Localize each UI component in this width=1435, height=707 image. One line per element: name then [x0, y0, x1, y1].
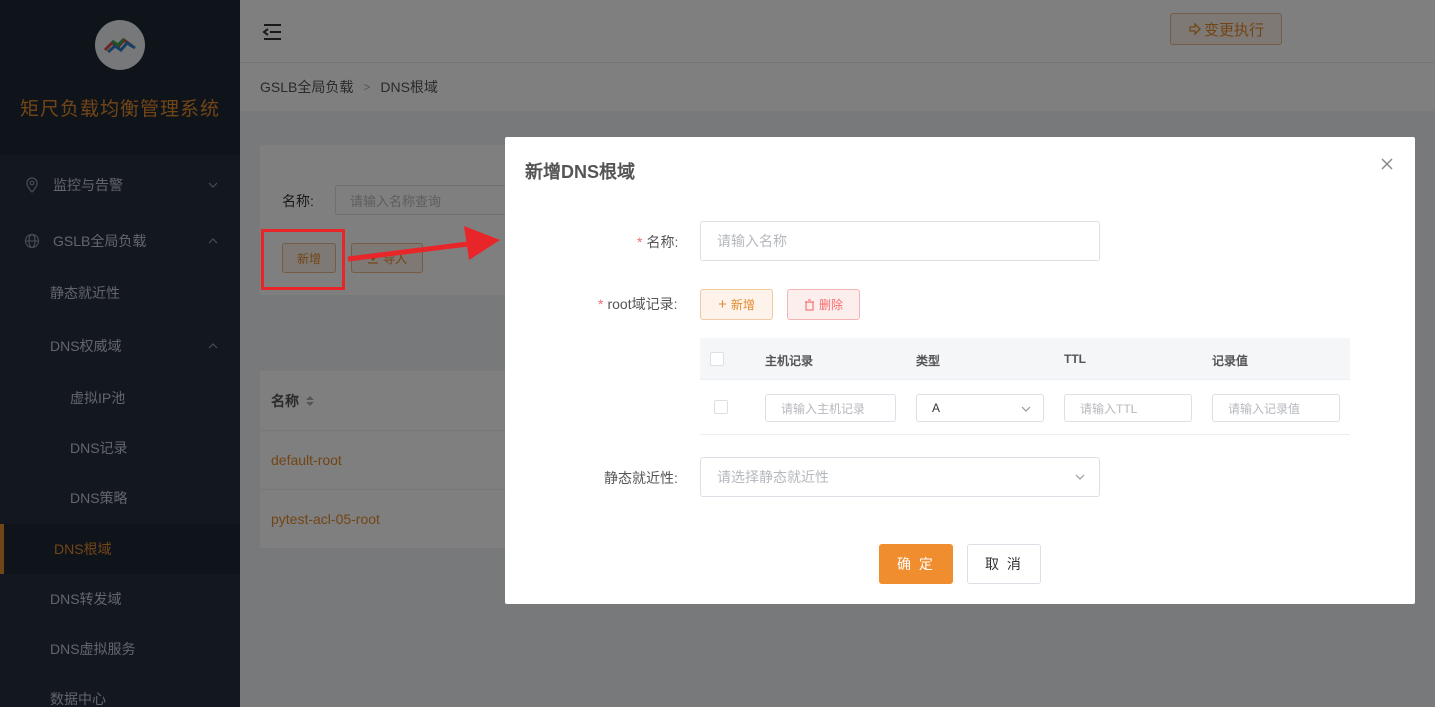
column-value: 记录值	[1212, 354, 1249, 368]
host-record-input[interactable]: 请输入主机记录	[765, 394, 896, 422]
chevron-down-icon	[1075, 474, 1085, 480]
select-all-checkbox[interactable]	[710, 352, 724, 366]
record-value-input[interactable]: 请输入记录值	[1212, 394, 1340, 422]
record-type-value: A	[932, 401, 941, 415]
ttl-input[interactable]: 请输入TTL	[1064, 394, 1192, 422]
delete-record-button[interactable]: 删除	[787, 289, 860, 320]
name-form-label: * 名称:	[637, 232, 678, 252]
column-ttl: TTL	[1064, 352, 1086, 366]
name-label-text: 名称:	[646, 234, 679, 250]
trash-icon	[804, 298, 814, 311]
column-type: 类型	[916, 354, 941, 368]
required-mark: *	[637, 234, 643, 250]
plus-icon: +	[718, 296, 727, 313]
column-host: 主机记录	[765, 354, 814, 368]
add-record-label: 新增	[730, 298, 755, 312]
record-type-select[interactable]: A	[916, 394, 1044, 422]
root-label-text: root域记录:	[607, 296, 678, 312]
delete-record-label: 删除	[818, 298, 843, 312]
annotation-highlight-box	[261, 229, 345, 290]
dialog-title: 新增DNS根域	[525, 162, 636, 182]
row-checkbox[interactable]	[714, 400, 728, 414]
cancel-button[interactable]: 取 消	[967, 544, 1041, 584]
chevron-down-icon	[1021, 406, 1031, 412]
close-icon[interactable]	[1380, 157, 1394, 171]
table-row: 请输入主机记录 A 请输入TTL 请输入记录值	[700, 380, 1350, 435]
root-records-table: 主机记录 类型 TTL 记录值 请输入主机记录 A 请输入TTL 请输入记录值	[700, 338, 1350, 435]
name-input[interactable]: 请输入名称	[700, 221, 1100, 261]
static-proximity-select[interactable]: 请选择静态就近性	[700, 457, 1100, 497]
add-record-button[interactable]: + 新增	[700, 289, 773, 320]
root-record-form-label: * root域记录:	[598, 294, 677, 314]
static-proximity-placeholder: 请选择静态就近性	[717, 469, 829, 485]
required-mark: *	[598, 296, 604, 312]
annotation-arrow-icon	[347, 226, 500, 262]
confirm-button[interactable]: 确 定	[879, 544, 953, 584]
static-proximity-form-label: 静态就近性:	[604, 470, 678, 486]
add-dns-root-dialog: 新增DNS根域 * 名称: 请输入名称 * root域记录: + 新增 删除 主机记…	[505, 137, 1415, 604]
records-table-header: 主机记录 类型 TTL 记录值	[700, 338, 1350, 380]
